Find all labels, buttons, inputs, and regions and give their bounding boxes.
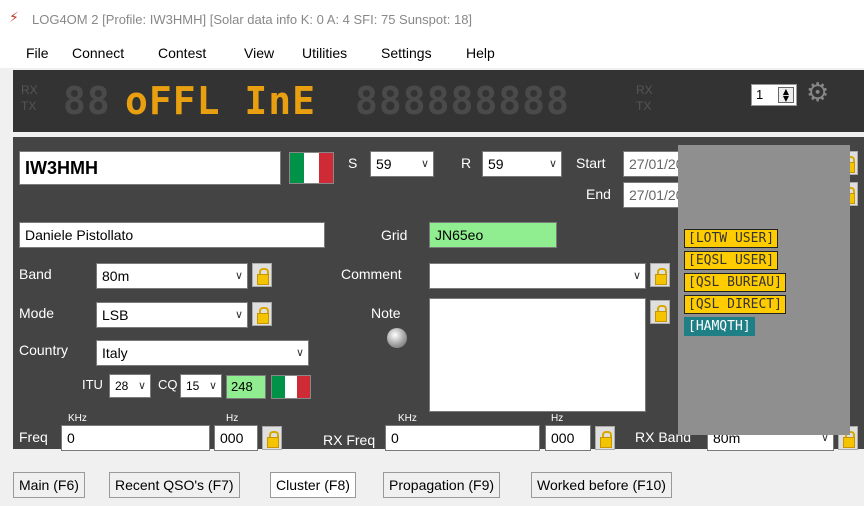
band-value: 80m bbox=[102, 268, 130, 284]
cq-label: CQ bbox=[158, 377, 178, 392]
tab-main[interactable]: Main (F6) bbox=[13, 472, 85, 498]
lock-icon[interactable] bbox=[262, 426, 282, 450]
rx2-indicator: RX bbox=[636, 83, 653, 97]
radio-display: RX TX 88 oFFL InE 888888888 RX TX 1 ▲ ▼ ⚙ bbox=[13, 70, 864, 132]
status-led bbox=[387, 328, 407, 348]
band-label: Band bbox=[19, 266, 52, 282]
menu-view[interactable]: View bbox=[244, 45, 274, 61]
callsign-input[interactable]: IW3HMH bbox=[19, 151, 281, 185]
comment-label: Comment bbox=[341, 266, 402, 282]
freq-hz-label: Hz bbox=[226, 413, 239, 424]
menu-help[interactable]: Help bbox=[466, 45, 495, 61]
chevron-down-icon: ∨ bbox=[208, 380, 217, 392]
tab-recent-qsos[interactable]: Recent QSO's (F7) bbox=[109, 472, 240, 498]
country-value: Italy bbox=[102, 345, 128, 361]
freq-khz-label: KHz bbox=[68, 413, 87, 424]
itu-select[interactable]: 28 ∨ bbox=[109, 374, 151, 398]
chevron-down-icon: ∨ bbox=[137, 380, 146, 392]
end-label: End bbox=[586, 186, 611, 202]
chevron-down-icon: ∨ bbox=[420, 158, 429, 170]
s-label: S bbox=[348, 155, 358, 171]
menu-bar: File Connect Contest View Utilities Sett… bbox=[0, 38, 864, 68]
tx2-indicator: TX bbox=[636, 99, 652, 113]
dxcc-code: 248 bbox=[226, 375, 266, 399]
lock-icon[interactable] bbox=[252, 263, 272, 287]
chevron-down-icon: ∨ bbox=[234, 270, 243, 282]
s-report-select[interactable]: 59 ∨ bbox=[370, 151, 434, 177]
comment-select[interactable]: ∨ bbox=[429, 263, 646, 289]
tx-indicator: TX bbox=[21, 99, 37, 113]
lock-icon[interactable] bbox=[650, 300, 670, 324]
app-icon: ⚡ bbox=[9, 10, 19, 26]
lock-icon[interactable] bbox=[650, 263, 670, 287]
menu-settings[interactable]: Settings bbox=[381, 45, 432, 61]
rxfreq-khz-input[interactable]: 0 bbox=[385, 425, 540, 451]
itu-label: ITU bbox=[82, 377, 103, 392]
badge-qsl-direct: [QSL DIRECT] bbox=[684, 295, 786, 314]
rxfreq-hz-input[interactable]: 000 bbox=[545, 425, 591, 451]
window-title: LOG4OM 2 [Profile: IW3HMH] [Solar data i… bbox=[32, 12, 473, 27]
freq-label: Freq bbox=[19, 429, 48, 445]
tab-propagation[interactable]: Propagation (F9) bbox=[383, 472, 501, 498]
start-label: Start bbox=[576, 155, 606, 171]
mode-label: Mode bbox=[19, 305, 55, 321]
note-label: Note bbox=[371, 305, 401, 321]
menu-contest[interactable]: Contest bbox=[158, 45, 206, 61]
cq-value: 15 bbox=[186, 379, 200, 393]
led-status: oFFL InE bbox=[125, 79, 317, 123]
lock-icon[interactable] bbox=[595, 426, 615, 450]
spinner-arrows[interactable]: ▲ ▼ bbox=[778, 87, 794, 103]
rxfreq-hz-label: Hz bbox=[551, 413, 564, 424]
r-label: R bbox=[461, 155, 472, 171]
itu-value: 28 bbox=[115, 379, 129, 393]
menu-file[interactable]: File bbox=[26, 45, 49, 61]
chevron-down-icon: ∨ bbox=[295, 347, 304, 359]
chevron-down-icon: ∨ bbox=[234, 309, 243, 321]
qsl-badges-panel: [LOTW USER] [EQSL USER] [QSL BUREAU] [QS… bbox=[678, 145, 850, 435]
chevron-down-icon: ∨ bbox=[632, 270, 641, 282]
r-report-value: 59 bbox=[488, 156, 504, 172]
freq-khz-input[interactable]: 0 bbox=[61, 425, 210, 451]
menu-connect[interactable]: Connect bbox=[72, 45, 124, 61]
cq-select[interactable]: 15 ∨ bbox=[180, 374, 222, 398]
mode-value: LSB bbox=[102, 307, 129, 323]
chevron-down-icon: ∨ bbox=[548, 158, 557, 170]
r-report-select[interactable]: 59 ∨ bbox=[482, 151, 562, 177]
tab-worked-before[interactable]: Worked before (F10) bbox=[531, 472, 672, 498]
badge-lotw: [LOTW USER] bbox=[684, 229, 779, 248]
title-bar: ⚡ LOG4OM 2 [Profile: IW3HMH] [Solar data… bbox=[0, 0, 864, 38]
country-flag-small bbox=[271, 375, 311, 399]
led-digits-pre: 88 bbox=[63, 79, 111, 123]
band-select[interactable]: 80m ∨ bbox=[96, 263, 248, 289]
country-flag bbox=[289, 152, 334, 184]
mode-select[interactable]: LSB ∨ bbox=[96, 302, 248, 328]
menu-utilities[interactable]: Utilities bbox=[302, 45, 347, 61]
note-textarea[interactable] bbox=[429, 298, 646, 412]
badge-eqsl: [EQSL USER] bbox=[684, 251, 779, 270]
rx-indicator: RX bbox=[21, 83, 38, 97]
rxfreq-label: RX Freq bbox=[323, 432, 376, 448]
country-select[interactable]: Italy ∨ bbox=[96, 340, 309, 366]
grid-input[interactable]: JN65eo bbox=[429, 222, 557, 248]
s-report-value: 59 bbox=[376, 156, 392, 172]
gear-icon[interactable]: ⚙ bbox=[806, 80, 829, 106]
rxfreq-khz-label: KHz bbox=[398, 413, 417, 424]
grid-label: Grid bbox=[381, 227, 408, 243]
radio-selector[interactable]: 1 ▲ ▼ bbox=[751, 84, 797, 106]
badge-qsl-bureau: [QSL BUREAU] bbox=[684, 273, 786, 292]
freq-hz-input[interactable]: 000 bbox=[214, 425, 258, 451]
country-label: Country bbox=[19, 342, 69, 358]
name-input[interactable]: Daniele Pistollato bbox=[19, 222, 325, 248]
tab-cluster[interactable]: Cluster (F8) bbox=[270, 472, 356, 498]
led-digits-post: 888888888 bbox=[355, 79, 570, 123]
radio-selector-value: 1 bbox=[756, 87, 764, 102]
badge-hamqth: [HAMQTH] bbox=[684, 317, 755, 336]
lock-icon[interactable] bbox=[252, 302, 272, 326]
